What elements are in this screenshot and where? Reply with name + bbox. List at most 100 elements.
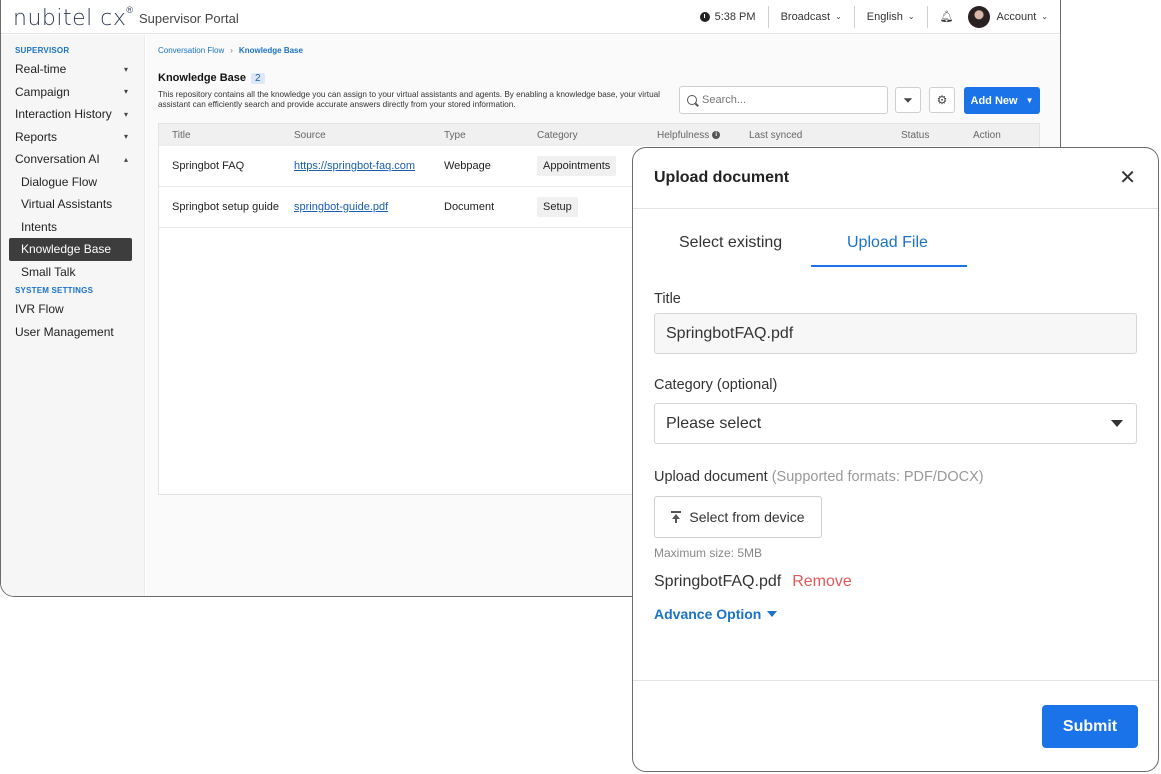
column-header[interactable]: Title (159, 130, 294, 141)
sidebar-item-label: Conversation AI (15, 152, 100, 167)
supported-formats-hint: (Supported formats: PDF/DOCX) (771, 469, 984, 485)
language-label: English (866, 10, 903, 23)
modal-header: Upload document ✕ (633, 148, 1158, 209)
column-header[interactable]: Source (294, 130, 444, 141)
column-header-helpfulness[interactable]: Helpfulness i (657, 130, 749, 141)
sidebar-item-label: Real-time (15, 62, 67, 77)
breadcrumb-conversation-flow[interactable]: Conversation Flow (158, 46, 224, 55)
column-header[interactable]: Last synced (749, 130, 901, 141)
breadcrumb: Conversation Flow › Knowledge Base (158, 46, 303, 55)
sidebar-item-label: Campaign (15, 84, 70, 99)
sidebar-item-interaction-history[interactable]: Interaction History ▾ (1, 103, 144, 126)
modal-tabs: Select existing Upload File (633, 210, 1158, 268)
sidebar-item-ivr-flow[interactable]: IVR Flow (1, 298, 144, 321)
sidebar-item-conversation-ai[interactable]: Conversation AI ▴ (1, 148, 144, 171)
title-field-label: Title (654, 291, 681, 307)
sidebar-item-label: User Management (15, 324, 114, 339)
upload-label-text: Upload document (654, 469, 768, 485)
sidebar-item-label: Reports (15, 129, 58, 144)
sidebar-item-campaign[interactable]: Campaign ▾ (1, 81, 144, 104)
select-from-device-button[interactable]: Select from device (654, 496, 822, 538)
advance-option-toggle[interactable]: Advance Option (654, 606, 778, 622)
cell-title: Springbot FAQ (172, 160, 245, 172)
clock-time: 5:38 PM (714, 10, 756, 23)
tab-select-existing[interactable]: Select existing (679, 234, 782, 252)
upload-document-label: Upload document (Supported formats: PDF/… (654, 469, 984, 485)
source-link[interactable]: https://springbot-faq.com (294, 160, 415, 172)
sidebar: SUPERVISOR Real-time ▾ Campaign ▾ Intera… (1, 35, 145, 596)
chevron-down-icon: ⌄ (907, 12, 915, 21)
sidebar-section-system-settings: SYSTEM SETTINGS (15, 286, 94, 295)
add-new-label: Add New (970, 94, 1018, 107)
top-bar-actions: 5:38 PM Broadcast ⌄ English ⌄ 🔔︎ Account… (688, 0, 1060, 33)
top-bar: nubitel cx ® Supervisor Portal 5:38 PM B… (1, 0, 1060, 34)
broadcast-dropdown[interactable]: Broadcast ⌄ (769, 6, 854, 28)
sidebar-item-user-management[interactable]: User Management (1, 321, 144, 344)
caret-down-icon (767, 611, 778, 617)
settings-button[interactable]: ⚙ (929, 87, 955, 113)
chevron-up-icon: ▴ (123, 154, 128, 164)
max-size-hint: Maximum size: 5MB (654, 546, 763, 560)
add-new-button[interactable]: Add New ▼ (964, 87, 1040, 114)
sidebar-item-intents[interactable]: Intents (1, 216, 144, 239)
chevron-down-icon: ▾ (123, 132, 128, 142)
search-box[interactable] (679, 86, 888, 114)
sidebar-item-real-time[interactable]: Real-time ▾ (1, 58, 144, 81)
count-badge: 2 (251, 72, 265, 84)
selected-file-row: SpringbotFAQ.pdf Remove (654, 573, 852, 591)
remove-file-link[interactable]: Remove (792, 573, 852, 591)
modal-title: Upload document (654, 169, 790, 186)
clock-icon (699, 11, 710, 22)
cell-title: Springbot setup guide (172, 201, 280, 213)
chevron-right-icon: › (230, 46, 233, 55)
broadcast-label: Broadcast (780, 10, 831, 23)
sidebar-item-label: Interaction History (15, 107, 112, 122)
column-header[interactable]: Category (537, 130, 657, 141)
chevron-down-icon: ▾ (123, 64, 128, 74)
sidebar-item-small-talk[interactable]: Small Talk (1, 261, 144, 284)
notifications-button[interactable]: 🔔︎ (928, 6, 966, 28)
sidebar-item-virtual-assistants[interactable]: Virtual Assistants (1, 193, 144, 216)
page-description: This repository contains all the knowled… (158, 90, 660, 109)
chevron-down-icon: ▾ (123, 109, 128, 119)
nubitel-logo: nubitel cx (13, 6, 127, 31)
chevron-down-icon: ⌄ (1041, 12, 1048, 21)
search-icon (687, 95, 697, 105)
upload-document-modal: Upload document ✕ Select existing Upload… (632, 147, 1159, 772)
category-tag: Setup (537, 197, 578, 217)
source-link[interactable]: springbot-guide.pdf (294, 201, 388, 213)
page-title: Knowledge Base 2 (158, 72, 265, 84)
brand: nubitel cx ® Supervisor Portal (13, 4, 239, 31)
active-tab-indicator (811, 265, 967, 267)
tab-upload-file[interactable]: Upload File (847, 234, 928, 252)
cell-type: Webpage (444, 160, 491, 172)
bell-icon: 🔔︎ (939, 11, 954, 23)
language-dropdown[interactable]: English ⌄ (855, 6, 927, 28)
column-header-label: Helpfulness (657, 129, 710, 141)
table-header: Title Source Type Category Helpfulness i… (159, 124, 1039, 146)
sidebar-item-reports[interactable]: Reports ▾ (1, 126, 144, 149)
filter-button[interactable]: ⏷ (895, 87, 921, 113)
close-icon[interactable]: ✕ (1119, 168, 1136, 188)
caret-down-icon (1111, 420, 1123, 427)
account-menu[interactable]: Account ⌄ (966, 5, 1060, 28)
upload-icon (671, 511, 682, 523)
chevron-down-icon: ⌄ (835, 12, 842, 21)
title-field[interactable] (654, 313, 1137, 354)
gear-icon: ⚙ (936, 93, 948, 107)
sidebar-item-dialogue-flow[interactable]: Dialogue Flow (1, 171, 144, 194)
advance-option-label: Advance Option (654, 606, 762, 622)
column-header[interactable]: Status (901, 130, 973, 141)
category-select-value: Please select (666, 414, 762, 432)
column-header[interactable]: Type (444, 130, 537, 141)
account-label: Account (996, 10, 1037, 23)
select-from-device-label: Select from device (689, 509, 805, 525)
sidebar-item-knowledge-base[interactable]: Knowledge Base (9, 238, 132, 261)
category-field-label: Category (optional) (654, 377, 778, 393)
search-input[interactable] (702, 94, 872, 106)
logo-registered-mark: ® (126, 5, 133, 15)
selected-file-name: SpringbotFAQ.pdf (654, 573, 782, 590)
submit-button[interactable]: Submit (1042, 705, 1138, 748)
category-select[interactable]: Please select (654, 403, 1137, 444)
info-icon[interactable]: i (712, 131, 721, 139)
